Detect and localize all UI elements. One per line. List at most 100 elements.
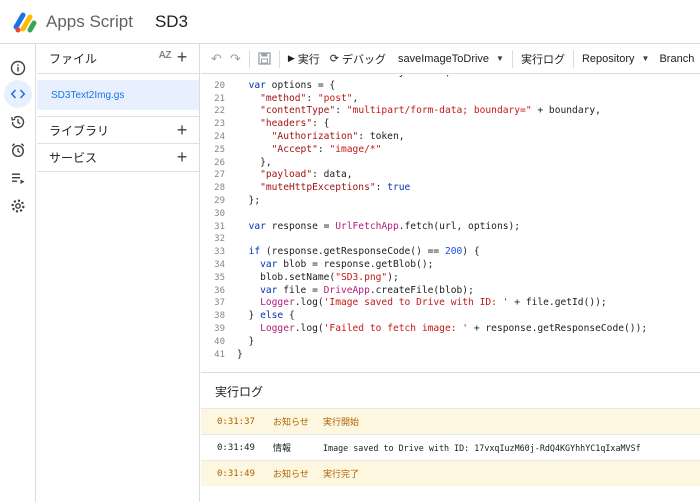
branch-button[interactable]: Branch <box>659 53 694 65</box>
code-text: var response = UrlFetchApp.fetch(url, op… <box>248 220 521 232</box>
overview-icon[interactable] <box>4 54 32 82</box>
execution-log-button[interactable]: 実行ログ <box>521 51 565 67</box>
code-text: Logger.log('Image saved to Drive with ID… <box>260 297 607 309</box>
code-line[interactable]: 23 "headers": { <box>201 118 700 131</box>
line-number: 24 <box>214 131 225 142</box>
line-number: 29 <box>214 195 225 206</box>
log-message: 実行開始 <box>323 418 360 428</box>
line-number: 25 <box>214 144 225 155</box>
code-line[interactable]: 39 Logger.log('Failed to fetch image: ' … <box>201 323 700 336</box>
log-message: 実行完了 <box>323 470 360 480</box>
code-line[interactable]: 34 var blob = response.getBlob(); <box>201 259 700 272</box>
services-row[interactable]: サービス + <box>37 144 199 172</box>
log-level: お知らせ <box>273 470 309 480</box>
file-item[interactable]: SD3Text2Img.gs <box>37 80 199 110</box>
libraries-row[interactable]: ライブラリ + <box>37 116 199 144</box>
code-text: }; <box>237 194 261 206</box>
editor-toolbar: ↶ ↷ ▶ 実行 ⟳ デバッグ saveImageToDrive ▼ 実行ログ … <box>201 44 700 74</box>
debug-button[interactable]: ⟳ デバッグ <box>330 51 386 67</box>
code-line[interactable]: 37 Logger.log('Image saved to Drive with… <box>201 297 700 310</box>
code-line[interactable]: 21 "method": "post", <box>201 93 700 106</box>
code-line[interactable]: 25 "Accept": "image/*" <box>201 144 700 157</box>
function-name: saveImageToDrive <box>397 52 490 65</box>
line-number: 28 <box>214 183 225 194</box>
code-text: + boundary + '--', <box>237 75 451 78</box>
code-line[interactable]: 32 <box>201 233 700 246</box>
toolbar-divider <box>248 49 250 68</box>
line-number: 38 <box>214 311 225 322</box>
code-line[interactable]: 31 var response = UrlFetchApp.fetch(url,… <box>201 221 700 234</box>
redo-icon[interactable]: ↷ <box>230 51 241 67</box>
add-service-icon[interactable]: + <box>173 148 191 166</box>
code-line[interactable]: 22 "contentType": "multipart/form-data; … <box>201 105 700 118</box>
settings-icon[interactable] <box>4 192 32 220</box>
code-line[interactable]: 29 }; <box>201 195 700 208</box>
code-text: var blob = response.getBlob(); <box>260 258 434 270</box>
function-select[interactable]: saveImageToDrive ▼ <box>398 53 504 65</box>
code-editor[interactable]: 19 + boundary + '--',20 var options = {2… <box>201 75 700 372</box>
add-file-icon[interactable]: + <box>173 48 191 66</box>
sort-az-icon[interactable]: AZ <box>159 50 172 61</box>
save-icon[interactable] <box>258 52 271 65</box>
repository-label: Repository <box>581 52 635 65</box>
app-name[interactable]: Apps Script <box>46 12 133 32</box>
play-icon: ▶ <box>287 53 295 63</box>
code-line[interactable]: 38 } else { <box>201 310 700 323</box>
line-number: 27 <box>214 170 225 181</box>
add-library-icon[interactable]: + <box>173 121 191 139</box>
line-number: 40 <box>214 336 225 347</box>
code-line[interactable]: 28 "muteHttpExceptions": true <box>201 182 700 195</box>
toolbar-divider <box>572 49 574 68</box>
line-number: 22 <box>214 106 225 117</box>
code-text: "headers": { <box>260 118 330 130</box>
run-button[interactable]: ▶ 実行 <box>288 51 320 67</box>
apps-script-logo-icon[interactable] <box>12 9 38 35</box>
code-text: }, <box>237 156 272 168</box>
repository-select[interactable]: Repository ▼ <box>582 53 650 65</box>
line-number: 36 <box>214 285 225 296</box>
left-rail <box>0 44 36 502</box>
editor-icon[interactable] <box>4 80 32 108</box>
log-entry: 0:31:49 お知らせ 実行完了 <box>201 460 700 486</box>
code-text: } else { <box>237 310 295 322</box>
files-header: ファイル AZ + <box>37 44 199 74</box>
code-line[interactable]: 27 "payload": data, <box>201 169 700 182</box>
services-label: サービス <box>49 151 98 165</box>
code-line[interactable]: 20 var options = { <box>201 80 700 93</box>
code-text: "contentType": "multipart/form-data; bou… <box>260 105 601 117</box>
files-title: ファイル <box>49 52 98 66</box>
line-number: 39 <box>214 323 225 334</box>
code-text: var file = DriveApp.createFile(blob); <box>260 284 474 296</box>
line-number: 31 <box>214 221 225 232</box>
code-line[interactable]: 40 } <box>201 336 700 349</box>
log-level: お知らせ <box>273 418 309 428</box>
code-text: "muteHttpExceptions": true <box>260 182 411 194</box>
undo-icon[interactable]: ↶ <box>211 51 222 67</box>
line-number: 35 <box>214 272 225 283</box>
log-level: 情報 <box>273 444 292 454</box>
code-line[interactable]: 24 "Authorization": token, <box>201 131 700 144</box>
executions-icon[interactable] <box>4 164 32 192</box>
log-entry: 0:31:37 お知らせ 実行開始 <box>201 408 700 434</box>
triggers-icon[interactable] <box>4 136 32 164</box>
history-icon[interactable] <box>4 108 32 136</box>
log-entry: 0:31:49 情報 Image saved to Drive with ID: 1… <box>201 434 700 460</box>
execution-log-title: 実行ログ <box>215 385 264 399</box>
code-line[interactable]: 30 <box>201 208 700 221</box>
debug-icon: ⟳ <box>329 53 339 65</box>
code-line[interactable]: 36 var file = DriveApp.createFile(blob); <box>201 285 700 298</box>
code-text: "payload": data, <box>260 169 353 181</box>
code-text: var options = { <box>248 79 336 91</box>
code-text: "method": "post", <box>260 92 359 104</box>
project-name[interactable]: SD3 <box>155 12 188 32</box>
code-line[interactable]: 26 }, <box>201 157 700 170</box>
log-time: 0:31:37 <box>217 416 255 427</box>
code-text: "Accept": "image/*" <box>271 143 382 155</box>
toolbar-divider <box>511 49 513 68</box>
code-line[interactable]: 41} <box>201 349 700 362</box>
line-number: 37 <box>214 298 225 309</box>
line-number: 21 <box>214 93 225 104</box>
code-line[interactable]: 35 blob.setName("SD3.png"); <box>201 272 700 285</box>
code-line[interactable]: 33 if (response.getResponseCode() == 200… <box>201 246 700 259</box>
chevron-down-icon: ▼ <box>641 54 650 63</box>
